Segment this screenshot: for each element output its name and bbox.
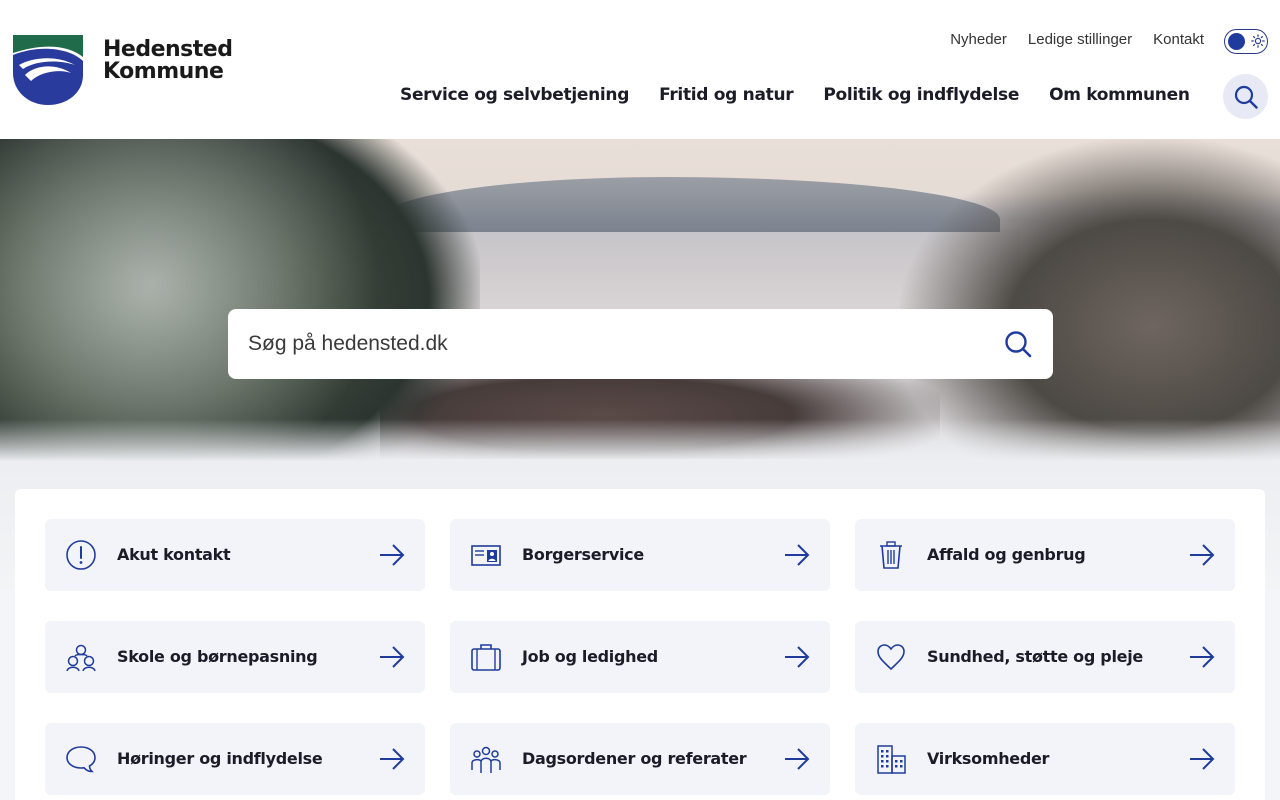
exclamation-icon (65, 539, 97, 571)
hero-search-box (228, 309, 1053, 379)
tile-hoeringer-og-indflydelse[interactable]: Høringer og indflydelse (45, 723, 425, 795)
tile-label: Virksomheder (927, 749, 1050, 768)
logo-link[interactable]: Hedensted Kommune (13, 35, 233, 105)
tile-dagsordener-og-referater[interactable]: Dagsordener og referater (450, 723, 830, 795)
util-link-ledige-stillinger[interactable]: Ledige stillinger (1028, 31, 1132, 48)
tile-label: Dagsordener og referater (522, 749, 747, 768)
tile-sundhed-stoette-og-pleje[interactable]: Sundhed, støtte og pleje (855, 621, 1235, 693)
arrow-right-icon (1190, 748, 1215, 770)
logo-line-1: Hedensted (103, 37, 233, 62)
id-card-icon (470, 539, 502, 571)
search-icon (1005, 331, 1032, 358)
header-search-button[interactable] (1223, 74, 1268, 119)
tile-affald-og-genbrug[interactable]: Affald og genbrug (855, 519, 1235, 591)
tile-skole-og-boernepasning[interactable]: Skole og børnepasning (45, 621, 425, 693)
nav-fritid-og-natur[interactable]: Fritid og natur (659, 85, 794, 105)
main-nav: Service og selvbetjening Fritid og natur… (400, 85, 1190, 105)
tile-label: Borgerservice (522, 545, 644, 564)
briefcase-icon (470, 641, 502, 673)
arrow-right-icon (1190, 646, 1215, 668)
nav-service-og-selvbetjening[interactable]: Service og selvbetjening (400, 85, 629, 105)
logo-line-2: Kommune (103, 59, 224, 84)
tile-label: Job og ledighed (522, 647, 658, 666)
hero-search-input[interactable] (248, 332, 1003, 356)
sun-icon (1251, 34, 1265, 48)
logo-wordmark: Hedensted Kommune (103, 37, 233, 84)
arrow-right-icon (380, 748, 405, 770)
quick-links-panel: Akut kontakt Borgerservice Affald og gen… (15, 489, 1265, 800)
children-icon (65, 641, 97, 673)
people-group-icon (470, 743, 502, 775)
nav-om-kommunen[interactable]: Om kommunen (1049, 85, 1190, 105)
tile-job-og-ledighed[interactable]: Job og ledighed (450, 621, 830, 693)
site-header: Hedensted Kommune Nyheder Ledige stillin… (0, 0, 1280, 139)
tile-label: Skole og børnepasning (117, 647, 318, 666)
tile-label: Akut kontakt (117, 545, 231, 564)
utility-nav: Nyheder Ledige stillinger Kontakt (950, 31, 1204, 48)
arrow-right-icon (785, 544, 810, 566)
toggle-knob (1228, 33, 1245, 50)
municipality-logo-icon (13, 35, 83, 105)
theme-toggle[interactable] (1224, 29, 1268, 54)
tile-borgerservice[interactable]: Borgerservice (450, 519, 830, 591)
hero-search-submit[interactable] (1003, 329, 1033, 359)
util-link-kontakt[interactable]: Kontakt (1153, 31, 1204, 48)
trash-icon (875, 539, 907, 571)
nav-politik-og-indflydelse[interactable]: Politik og indflydelse (823, 85, 1019, 105)
speech-bubble-icon (65, 743, 97, 775)
util-link-nyheder[interactable]: Nyheder (950, 31, 1007, 48)
arrow-right-icon (380, 646, 405, 668)
tile-label: Høringer og indflydelse (117, 749, 323, 768)
tile-label: Sundhed, støtte og pleje (927, 647, 1143, 666)
tile-akut-kontakt[interactable]: Akut kontakt (45, 519, 425, 591)
buildings-icon (875, 743, 907, 775)
search-icon (1234, 85, 1258, 109)
arrow-right-icon (785, 646, 810, 668)
heart-icon (875, 641, 907, 673)
tile-label: Affald og genbrug (927, 545, 1086, 564)
tile-virksomheder[interactable]: Virksomheder (855, 723, 1235, 795)
arrow-right-icon (1190, 544, 1215, 566)
arrow-right-icon (785, 748, 810, 770)
arrow-right-icon (380, 544, 405, 566)
